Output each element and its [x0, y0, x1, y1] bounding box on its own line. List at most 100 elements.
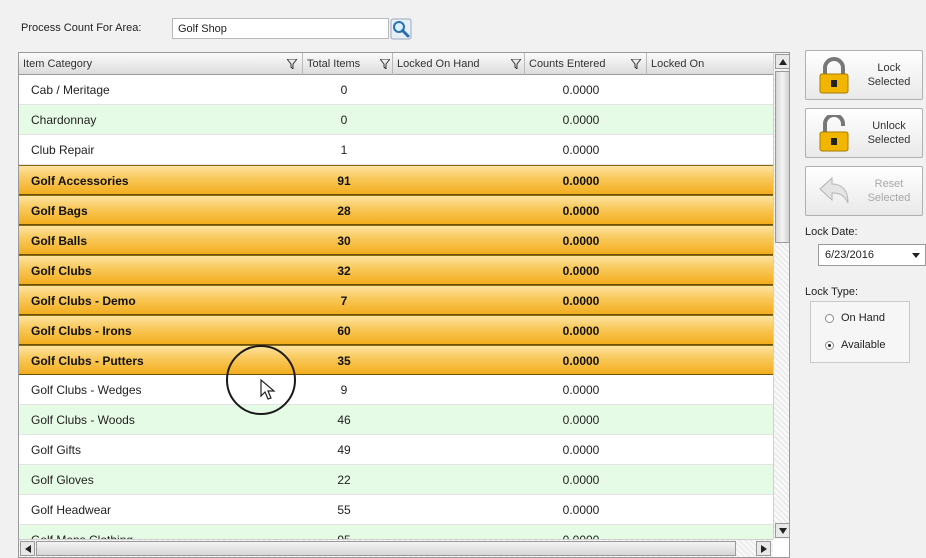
radio-dot [825, 313, 834, 323]
counts-entered-cell: 0.0000 [562, 443, 600, 457]
counts-entered-cell: 0.0000 [562, 234, 600, 248]
table-row[interactable]: Golf Gifts 49 0.0000 [19, 435, 773, 465]
vertical-scrollbar[interactable] [773, 53, 789, 539]
item-category-cell: Cab / Meritage [31, 83, 110, 97]
arrow-left-icon [24, 544, 31, 553]
total-items-cell: 49 [337, 443, 351, 457]
total-items-cell: 55 [337, 503, 351, 517]
scroll-left-button[interactable] [20, 541, 35, 556]
filter-icon[interactable] [380, 59, 390, 69]
column-label: Counts Entered [529, 58, 606, 70]
total-items-cell: 91 [337, 174, 351, 188]
item-category-cell: Golf Accessories [31, 174, 129, 188]
lock-selected-button[interactable]: Lock Selected [805, 50, 923, 100]
table-row[interactable]: Golf Accessories 91 0.0000 [19, 165, 773, 195]
mouse-pointer-icon [260, 379, 276, 400]
total-items-cell: 7 [340, 294, 348, 308]
arrow-right-icon [760, 544, 767, 553]
date-dropdown-button[interactable] [908, 245, 924, 265]
total-items-cell: 1 [340, 143, 348, 157]
column-label: Locked On Hand [397, 58, 480, 70]
unlock-selected-button[interactable]: Unlock Selected [805, 108, 923, 158]
total-items-cell: 0 [340, 83, 348, 97]
counts-entered-cell: 0.0000 [562, 204, 600, 218]
column-label: Total Items [307, 58, 361, 70]
unlock-selected-label: Unlock Selected [867, 120, 911, 146]
vertical-scroll-thumb[interactable] [775, 71, 789, 243]
table-row[interactable]: Golf Clubs - Woods 46 0.0000 [19, 405, 773, 435]
table-row[interactable]: Golf Clubs 32 0.0000 [19, 255, 773, 285]
on-hand-radio[interactable]: On Hand [825, 312, 885, 324]
horizontal-scroll-thumb[interactable] [36, 541, 736, 556]
total-items-cell: 28 [337, 204, 351, 218]
table-row[interactable]: Club Repair 1 0.0000 [19, 135, 773, 165]
table-row[interactable]: Golf Bags 28 0.0000 [19, 195, 773, 225]
table-row[interactable]: Golf Headwear 55 0.0000 [19, 495, 773, 525]
counts-entered-cell: 0.0000 [562, 383, 600, 397]
lock-selected-label: Lock Selected [867, 62, 911, 88]
item-category-cell: Golf Clubs - Irons [31, 324, 132, 338]
counts-entered-cell: 0.0000 [562, 113, 600, 127]
counts-entered-cell: 0.0000 [562, 324, 600, 338]
horizontal-scrollbar[interactable] [19, 539, 773, 557]
scroll-up-button[interactable] [775, 54, 789, 69]
total-items-cell: 35 [337, 354, 351, 368]
table-row[interactable]: Golf Gloves 22 0.0000 [19, 465, 773, 495]
column-locked-on[interactable]: Locked On [647, 53, 773, 75]
area-input[interactable] [172, 18, 389, 39]
radio-dot-checked [825, 340, 834, 350]
available-radio[interactable]: Available [825, 339, 885, 351]
magnifier-icon [390, 18, 412, 40]
unlock-icon [819, 115, 849, 152]
total-items-cell: 60 [337, 324, 351, 338]
column-label: Item Category [23, 58, 93, 70]
counts-entered-cell: 0.0000 [562, 174, 600, 188]
item-category-cell: Golf Headwear [31, 503, 112, 517]
filter-icon[interactable] [631, 59, 641, 69]
lock-type-label: Lock Type: [805, 286, 858, 298]
counts-entered-cell: 0.0000 [562, 83, 600, 97]
reset-selected-button[interactable]: Reset Selected [805, 166, 923, 216]
table-row[interactable]: Golf Clubs - Demo 7 0.0000 [19, 285, 773, 315]
table-row[interactable]: Cab / Meritage 0 0.0000 [19, 75, 773, 105]
scroll-right-button[interactable] [756, 541, 771, 556]
table-row[interactable]: Golf Clubs - Putters 35 0.0000 [19, 345, 773, 375]
search-button[interactable] [389, 17, 413, 41]
filter-icon[interactable] [287, 59, 297, 69]
arrow-up-icon [778, 58, 787, 65]
counts-entered-cell: 0.0000 [562, 264, 600, 278]
scroll-down-button[interactable] [775, 523, 789, 538]
filter-icon[interactable] [511, 59, 521, 69]
reset-selected-label: Reset Selected [867, 178, 911, 204]
item-category-cell: Golf Clubs - Putters [31, 354, 144, 368]
counts-entered-cell: 0.0000 [562, 143, 600, 157]
undo-arrow-icon [819, 176, 849, 204]
item-category-grid[interactable]: Item Category Total Items Locked On Hand… [18, 52, 790, 558]
counts-entered-cell: 0.0000 [562, 354, 600, 368]
item-category-cell: Golf Balls [31, 234, 88, 248]
counts-entered-cell: 0.0000 [562, 473, 600, 487]
column-item-category[interactable]: Item Category [19, 53, 303, 75]
counts-entered-cell: 0.0000 [562, 294, 600, 308]
item-category-cell: Golf Gifts [31, 443, 82, 457]
column-locked-on-hand[interactable]: Locked On Hand [393, 53, 525, 75]
table-row[interactable]: Golf Balls 30 0.0000 [19, 225, 773, 255]
total-items-cell: 9 [340, 383, 348, 397]
lock-date-label: Lock Date: [805, 226, 858, 238]
item-category-cell: Golf Clubs - Wedges [31, 383, 142, 397]
total-items-cell: 30 [337, 234, 351, 248]
arrow-down-icon [778, 527, 787, 534]
total-items-cell: 46 [337, 413, 351, 427]
counts-entered-cell: 0.0000 [562, 413, 600, 427]
table-row[interactable]: Chardonnay 0 0.0000 [19, 105, 773, 135]
total-items-cell: 32 [337, 264, 351, 278]
table-row[interactable]: Golf Clubs - Irons 60 0.0000 [19, 315, 773, 345]
available-label: Available [841, 339, 886, 351]
column-counts-entered[interactable]: Counts Entered [525, 53, 647, 75]
total-items-cell: 0 [340, 113, 348, 127]
item-category-cell: Golf Clubs - Woods [31, 413, 135, 427]
table-row[interactable]: Golf Clubs - Wedges 9 0.0000 [19, 375, 773, 405]
item-category-cell: Club Repair [31, 143, 95, 157]
item-category-cell: Golf Clubs - Demo [31, 294, 136, 308]
lock-type-group: On Hand Available [810, 301, 910, 363]
